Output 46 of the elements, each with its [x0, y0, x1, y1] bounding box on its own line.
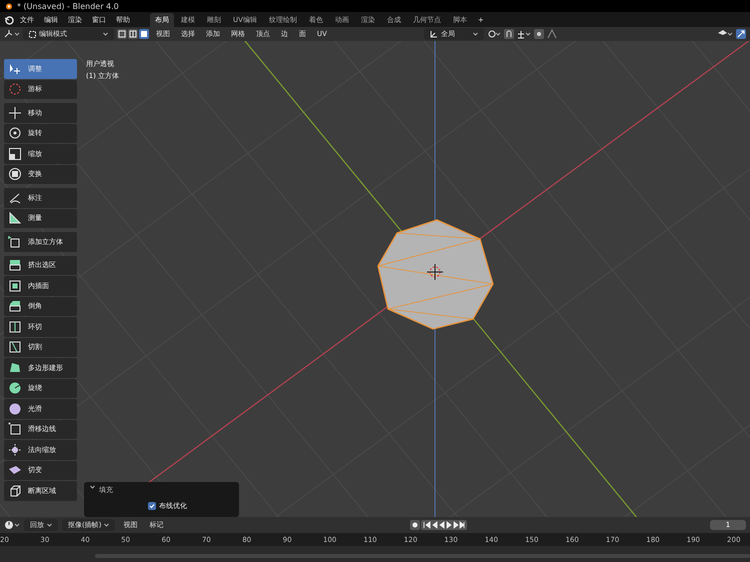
edit-mode-icon	[29, 30, 36, 38]
rotate-tool-icon	[8, 126, 22, 140]
knife-tool-icon	[8, 340, 22, 354]
chevron-down-icon	[47, 523, 52, 527]
move-tool-icon	[8, 106, 22, 120]
window-title: * (Unsaved) - Blender 4.0	[17, 2, 119, 10]
proportional-edit-icon[interactable]	[534, 29, 544, 39]
app-logo-icon[interactable]	[4, 14, 14, 24]
polybuild-tool-icon	[8, 360, 22, 375]
bevel-tool-icon	[8, 299, 22, 314]
select-tool-icon	[8, 62, 22, 76]
pivot-icon[interactable]	[486, 29, 501, 39]
face-select-button[interactable]	[139, 29, 149, 39]
vertex-select-button[interactable]	[117, 29, 127, 39]
cursor-tool-icon	[8, 82, 22, 96]
checkbox[interactable]	[148, 502, 156, 510]
playback-controls-icon[interactable]	[421, 520, 468, 530]
chevron-down-icon	[472, 32, 478, 36]
slide-tool-icon	[8, 422, 22, 436]
inset-tool-icon	[8, 278, 22, 293]
measure-tool-icon	[8, 211, 22, 226]
edge-select-button[interactable]	[128, 29, 138, 39]
3d-cursor-icon	[426, 264, 444, 280]
mesh-object-drawing[interactable]	[377, 219, 494, 330]
app-logo-icon	[4, 2, 13, 10]
scale-tool-icon	[8, 146, 22, 161]
cube-tool-icon	[8, 234, 22, 249]
rip-tool-icon	[8, 484, 22, 498]
loopcut-tool-icon	[8, 320, 22, 334]
falloff-curve-icon[interactable]	[546, 29, 557, 39]
transform-tool-icon	[8, 167, 22, 182]
shrink-tool-icon	[8, 442, 22, 457]
smooth-tool-icon	[8, 402, 22, 416]
clock-icon[interactable]	[4, 520, 20, 530]
chevron-down-icon	[90, 485, 95, 489]
chevron-down-icon	[104, 523, 110, 527]
axes-icon	[430, 30, 438, 38]
spin-tool-icon	[8, 381, 22, 396]
snap-icon[interactable]	[504, 29, 514, 39]
extrude-tool-icon	[8, 258, 22, 272]
gizmo-toggle-icon[interactable]	[736, 29, 746, 39]
record-icon[interactable]	[410, 520, 420, 530]
chevron-down-icon	[103, 32, 108, 36]
editor-type-icon[interactable]	[4, 29, 20, 39]
snap-target-icon[interactable]	[516, 29, 531, 39]
annotate-tool-icon	[8, 190, 22, 205]
